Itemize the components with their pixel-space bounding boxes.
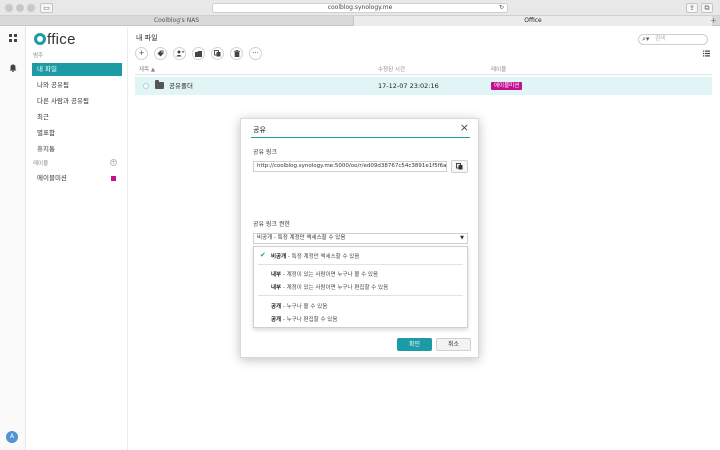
close-icon[interactable]: × xyxy=(460,122,469,134)
permission-option-public-view[interactable]: 공개 - 누구나 볼 수 있음 xyxy=(271,302,327,310)
sidebar-item-my-files[interactable]: 내 파일 xyxy=(32,63,122,76)
dialog-divider xyxy=(251,137,470,138)
add-label-button[interactable]: + xyxy=(110,159,117,166)
add-user-icon[interactable] xyxy=(173,47,186,60)
confirm-button[interactable]: 확인 xyxy=(397,338,432,351)
permission-dropdown: 비공개 - 특정 계정만 액세스할 수 있음 ✔ 내부 - 계정이 있는 사람이… xyxy=(253,246,468,328)
permission-option-private[interactable]: 비공개 - 특정 계정만 액세스할 수 있음 xyxy=(271,252,359,260)
option-desc: - 누구나 볼 수 있음 xyxy=(281,304,328,310)
copy-link-button[interactable] xyxy=(451,160,468,173)
share-link-field[interactable]: http://coolblog.synology.me:5000/oo/r/ed… xyxy=(253,161,447,172)
bell-icon[interactable] xyxy=(9,64,17,73)
sidebar-label-item[interactable]: 에이블미션 xyxy=(32,172,122,185)
option-kind: 공개 xyxy=(271,304,282,310)
table-header: 제목 ▲ 수정된 시간 레이블 xyxy=(135,65,712,75)
row-label-badge: 에이블미션 xyxy=(491,82,523,90)
avatar[interactable]: A xyxy=(6,431,18,443)
tag-icon[interactable] xyxy=(154,47,167,60)
search-placeholder: 검색 xyxy=(655,36,666,42)
window-minimize-button[interactable] xyxy=(16,4,24,12)
address-text: coolblog.synology.me xyxy=(327,4,393,11)
apps-grid-icon[interactable] xyxy=(9,34,17,42)
sidebar-item-shared-with-me[interactable]: 나와 공유됨 xyxy=(32,79,122,92)
sidebar-item-recent[interactable]: 최근 xyxy=(32,111,122,124)
list-view-icon[interactable] xyxy=(703,50,710,59)
option-desc: - 누구나 편집할 수 있음 xyxy=(281,317,338,323)
option-divider xyxy=(258,264,463,265)
page-title: 내 파일 xyxy=(136,34,158,42)
tab-bar: Coolblog's NAS Office + xyxy=(0,16,720,26)
office-logo: ffice xyxy=(34,31,76,48)
option-kind: 내부 xyxy=(271,272,282,278)
label-color-swatch xyxy=(111,176,116,181)
share-link-title: 공유 링크 xyxy=(253,149,277,156)
sidebar-label-text: 에이블미션 xyxy=(37,174,67,182)
option-divider xyxy=(258,295,463,296)
reload-icon[interactable]: ↻ xyxy=(499,4,504,12)
more-icon[interactable]: ··· xyxy=(249,47,262,60)
copy-icon[interactable] xyxy=(211,47,224,60)
office-logo-o-icon xyxy=(34,33,46,45)
sidebar-toggle-icon[interactable]: ▭ xyxy=(40,3,53,13)
window-close-button[interactable] xyxy=(5,4,13,12)
permission-title: 공유 링크 권한 xyxy=(253,221,290,228)
option-kind: 내부 xyxy=(271,285,282,291)
folder-icon xyxy=(155,80,164,89)
sidebar-item-shared-with-others[interactable]: 다른 사람과 공유됨 xyxy=(32,95,122,108)
office-logo-text: ffice xyxy=(47,31,76,48)
column-header-label[interactable]: 레이블 xyxy=(491,65,506,75)
option-kind: 비공개 xyxy=(271,254,287,260)
permission-selected-value: 비공개 - 특정 계정만 액세스할 수 있음 xyxy=(257,235,346,241)
app-rail: A xyxy=(0,27,26,450)
chevron-down-icon: ▼ xyxy=(460,235,464,241)
cancel-button[interactable]: 취소 xyxy=(436,338,471,351)
row-select-checkbox[interactable] xyxy=(143,83,149,89)
folder-move-icon[interactable] xyxy=(192,47,205,60)
share-dialog: 공유 × 공유 링크 http://coolblog.synology.me:5… xyxy=(240,118,479,358)
permission-option-public-edit[interactable]: 공개 - 누구나 편집할 수 있음 xyxy=(271,315,337,323)
search-input[interactable]: ⌕▾ 검색 xyxy=(638,34,708,45)
column-header-modified[interactable]: 수정된 시간 xyxy=(378,65,405,75)
sidebar: ffice 범주 내 파일 나와 공유됨 다른 사람과 공유됨 최근 별표함 휴… xyxy=(26,27,128,450)
dialog-title: 공유 xyxy=(253,126,266,134)
trash-icon[interactable] xyxy=(230,47,243,60)
check-icon: ✔ xyxy=(260,251,266,259)
address-bar[interactable]: coolblog.synology.me ↻ xyxy=(212,3,508,13)
option-desc: - 특정 계정만 액세스할 수 있음 xyxy=(286,254,360,260)
option-desc: - 계정이 있는 사람이면 누구나 편집할 수 있음 xyxy=(281,285,389,291)
option-desc: - 계정이 있는 사람이면 누구나 볼 수 있음 xyxy=(281,272,379,278)
row-modified: 17-12-07 23:02:16 xyxy=(378,82,439,90)
new-tab-button[interactable]: + xyxy=(710,16,717,26)
sidebar-item-trash[interactable]: 휴지통 xyxy=(32,143,122,156)
row-name: 공유폴더 xyxy=(169,82,193,90)
permission-option-internal-view[interactable]: 내부 - 계정이 있는 사람이면 누구나 볼 수 있음 xyxy=(271,270,378,278)
tab-nas[interactable]: Coolblog's NAS xyxy=(0,16,354,26)
category-title: 범주 xyxy=(33,53,44,59)
plus-icon[interactable]: + xyxy=(135,47,148,60)
labels-title: 레이블 xyxy=(33,161,49,167)
sidebar-item-starred[interactable]: 별표함 xyxy=(32,127,122,140)
tab-office[interactable]: Office xyxy=(354,16,712,26)
search-icon: ⌕▾ xyxy=(642,35,650,43)
share-icon[interactable]: ⇪ xyxy=(686,3,698,13)
browser-toolbar: ▭ coolblog.synology.me ↻ ⇪ ⧉ xyxy=(0,0,720,16)
window-maximize-button[interactable] xyxy=(27,4,35,12)
column-header-name[interactable]: 제목 ▲ xyxy=(139,65,155,75)
tabs-overview-icon[interactable]: ⧉ xyxy=(701,3,713,13)
option-kind: 공개 xyxy=(271,317,282,323)
permission-option-internal-edit[interactable]: 내부 - 계정이 있는 사람이면 누구나 편집할 수 있음 xyxy=(271,283,388,291)
table-row[interactable]: 공유폴더 17-12-07 23:02:16 에이블미션 xyxy=(135,77,712,95)
permission-select[interactable]: 비공개 - 특정 계정만 액세스할 수 있음 ▼ xyxy=(253,233,468,244)
